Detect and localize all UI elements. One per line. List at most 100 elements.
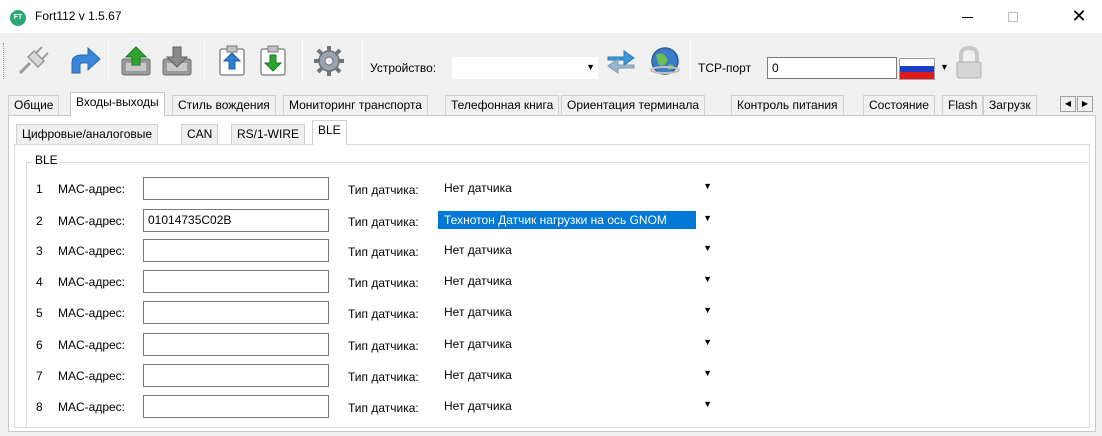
tab-flash[interactable]: Flash — [942, 95, 984, 116]
gear-icon[interactable] — [312, 45, 346, 77]
sensor-type-label: Тип датчика: — [348, 401, 419, 415]
row-number: 4 — [36, 275, 43, 289]
sensor-type-value: Нет датчика — [444, 243, 512, 257]
minimize-button[interactable] — [944, 0, 990, 33]
tab-phone-book[interactable]: Телефонная книга — [445, 95, 560, 116]
sensor-type-select[interactable]: Технотон Датчик нагрузки на ось GNOM ▼ — [438, 209, 718, 232]
mac-address-input[interactable] — [143, 395, 329, 418]
mac-address-input[interactable] — [143, 364, 329, 387]
globe-icon[interactable] — [648, 45, 682, 77]
chevron-down-icon: ▼ — [703, 213, 712, 223]
sensor-type-label: Тип датчика: — [348, 370, 419, 384]
sensor-type-select[interactable]: Нет датчика ▼ — [438, 270, 718, 293]
sensor-type-select[interactable]: Нет датчика ▼ — [438, 395, 718, 418]
subtab-ble[interactable]: BLE — [312, 120, 347, 145]
main-tab-strip: Общие Входы-выходы Стиль вождения Монито… — [0, 91, 1102, 117]
chevron-down-icon: ▼ — [703, 274, 712, 284]
ble-groupbox — [26, 162, 1090, 428]
tab-scroll-left-icon[interactable]: ◀ — [1060, 96, 1076, 112]
connect-arrow-icon[interactable] — [68, 45, 102, 77]
sensor-type-select[interactable]: Нет датчика ▼ — [438, 333, 718, 356]
toolbar-separator — [690, 41, 691, 81]
flag-stripe — [900, 59, 934, 66]
tab-scroll-right-icon[interactable]: ▶ — [1077, 96, 1093, 112]
sensor-type-select[interactable]: Нет датчика ▼ — [438, 301, 718, 324]
chevron-down-icon: ▼ — [703, 305, 712, 315]
tcp-port-input[interactable]: 0 — [767, 57, 897, 79]
plug-icon[interactable] — [16, 45, 50, 77]
download-gray-icon[interactable] — [160, 45, 194, 77]
device-select[interactable]: ▼ — [452, 57, 598, 79]
sync-icon[interactable] — [604, 45, 638, 77]
sensor-type-select[interactable]: Нет датчика ▼ — [438, 177, 718, 200]
sensor-type-label: Тип датчика: — [348, 183, 419, 197]
sensor-type-label: Тип датчика: — [348, 276, 419, 290]
tab-download[interactable]: Загрузк — [983, 95, 1037, 116]
sensor-type-value: Нет датчика — [444, 368, 512, 382]
mac-address-input[interactable] — [143, 270, 329, 293]
subtab-rs-1wire[interactable]: RS/1-WIRE — [231, 124, 306, 144]
mac-address-input[interactable] — [143, 177, 329, 200]
tab-terminal-orientation[interactable]: Ориентация терминала — [561, 95, 706, 116]
toolbar-separator — [302, 41, 303, 81]
toolbar-separator — [108, 41, 109, 81]
sensor-type-select[interactable]: Нет датчика ▼ — [438, 239, 718, 262]
row-number: 2 — [36, 214, 43, 228]
row-number: 8 — [36, 400, 43, 414]
tcp-port-label: TCP-порт — [698, 61, 752, 75]
mac-address-label: MAC-адрес: — [58, 275, 126, 289]
chevron-down-icon: ▼ — [703, 243, 712, 253]
sensor-type-value: Нет датчика — [444, 181, 512, 195]
toolbar-grip[interactable] — [3, 43, 6, 79]
tab-state[interactable]: Состояние — [863, 95, 935, 116]
row-number: 1 — [36, 182, 43, 196]
window-title: Fort112 v 1.5.67 — [35, 9, 122, 23]
row-number: 7 — [36, 369, 43, 383]
tab-transport-monitoring[interactable]: Мониторинг транспорта — [283, 95, 428, 116]
tab-inputs-outputs[interactable]: Входы-выходы — [70, 92, 165, 117]
toolbar: Устройство: ▼ TCP-порт 0 ▼ — [0, 33, 1102, 89]
ble-group-title: BLE — [32, 153, 61, 167]
mac-address-label: MAC-адрес: — [58, 338, 126, 352]
sensor-type-select[interactable]: Нет датчика ▼ — [438, 364, 718, 387]
mac-address-input[interactable] — [143, 333, 329, 356]
row-number: 6 — [36, 338, 43, 352]
upload-green-icon[interactable] — [119, 45, 153, 77]
flag-stripe — [900, 72, 934, 79]
row-number: 5 — [36, 306, 43, 320]
toolbar-separator — [362, 41, 363, 81]
subtab-digital-analog[interactable]: Цифровые/аналоговые — [16, 124, 159, 144]
chevron-down-icon: ▼ — [703, 181, 712, 191]
maximize-icon — [1008, 12, 1018, 23]
sensor-type-value: Технотон Датчик нагрузки на ось GNOM — [438, 211, 696, 229]
clipboard-upload-icon[interactable] — [215, 45, 249, 77]
chevron-down-icon: ▼ — [703, 337, 712, 347]
close-button[interactable]: ✕ — [1056, 0, 1102, 33]
mac-address-input[interactable] — [143, 239, 329, 262]
chevron-down-icon: ▼ — [586, 62, 595, 72]
mac-address-label: MAC-адрес: — [58, 214, 126, 228]
sensor-type-label: Тип датчика: — [348, 307, 419, 321]
app-icon: FT — [10, 10, 26, 26]
sensor-type-label: Тип датчика: — [348, 215, 419, 229]
mac-address-label: MAC-адрес: — [58, 182, 126, 196]
sensor-type-value: Нет датчика — [444, 305, 512, 319]
tab-power-control[interactable]: Контроль питания — [731, 95, 844, 116]
language-chevron-down-icon[interactable]: ▼ — [940, 62, 949, 72]
toolbar-separator — [204, 41, 205, 81]
mac-address-label: MAC-адрес: — [58, 369, 126, 383]
mac-address-input[interactable]: 01014735C02B — [143, 209, 329, 232]
maximize-button[interactable] — [990, 0, 1036, 33]
tab-driving-style[interactable]: Стиль вождения — [172, 95, 276, 116]
language-flag-icon[interactable] — [899, 58, 935, 80]
chevron-down-icon: ▼ — [703, 399, 712, 409]
title-bar: FT Fort112 v 1.5.67 ✕ — [0, 0, 1102, 33]
sensor-type-label: Тип датчика: — [348, 245, 419, 259]
subtab-can[interactable]: CAN — [181, 124, 219, 144]
mac-address-input[interactable] — [143, 301, 329, 324]
mac-address-label: MAC-адрес: — [58, 306, 126, 320]
tab-general[interactable]: Общие — [8, 95, 60, 116]
clipboard-download-icon[interactable] — [256, 45, 290, 77]
mac-address-label: MAC-адрес: — [58, 400, 126, 414]
lock-icon[interactable] — [952, 41, 986, 81]
